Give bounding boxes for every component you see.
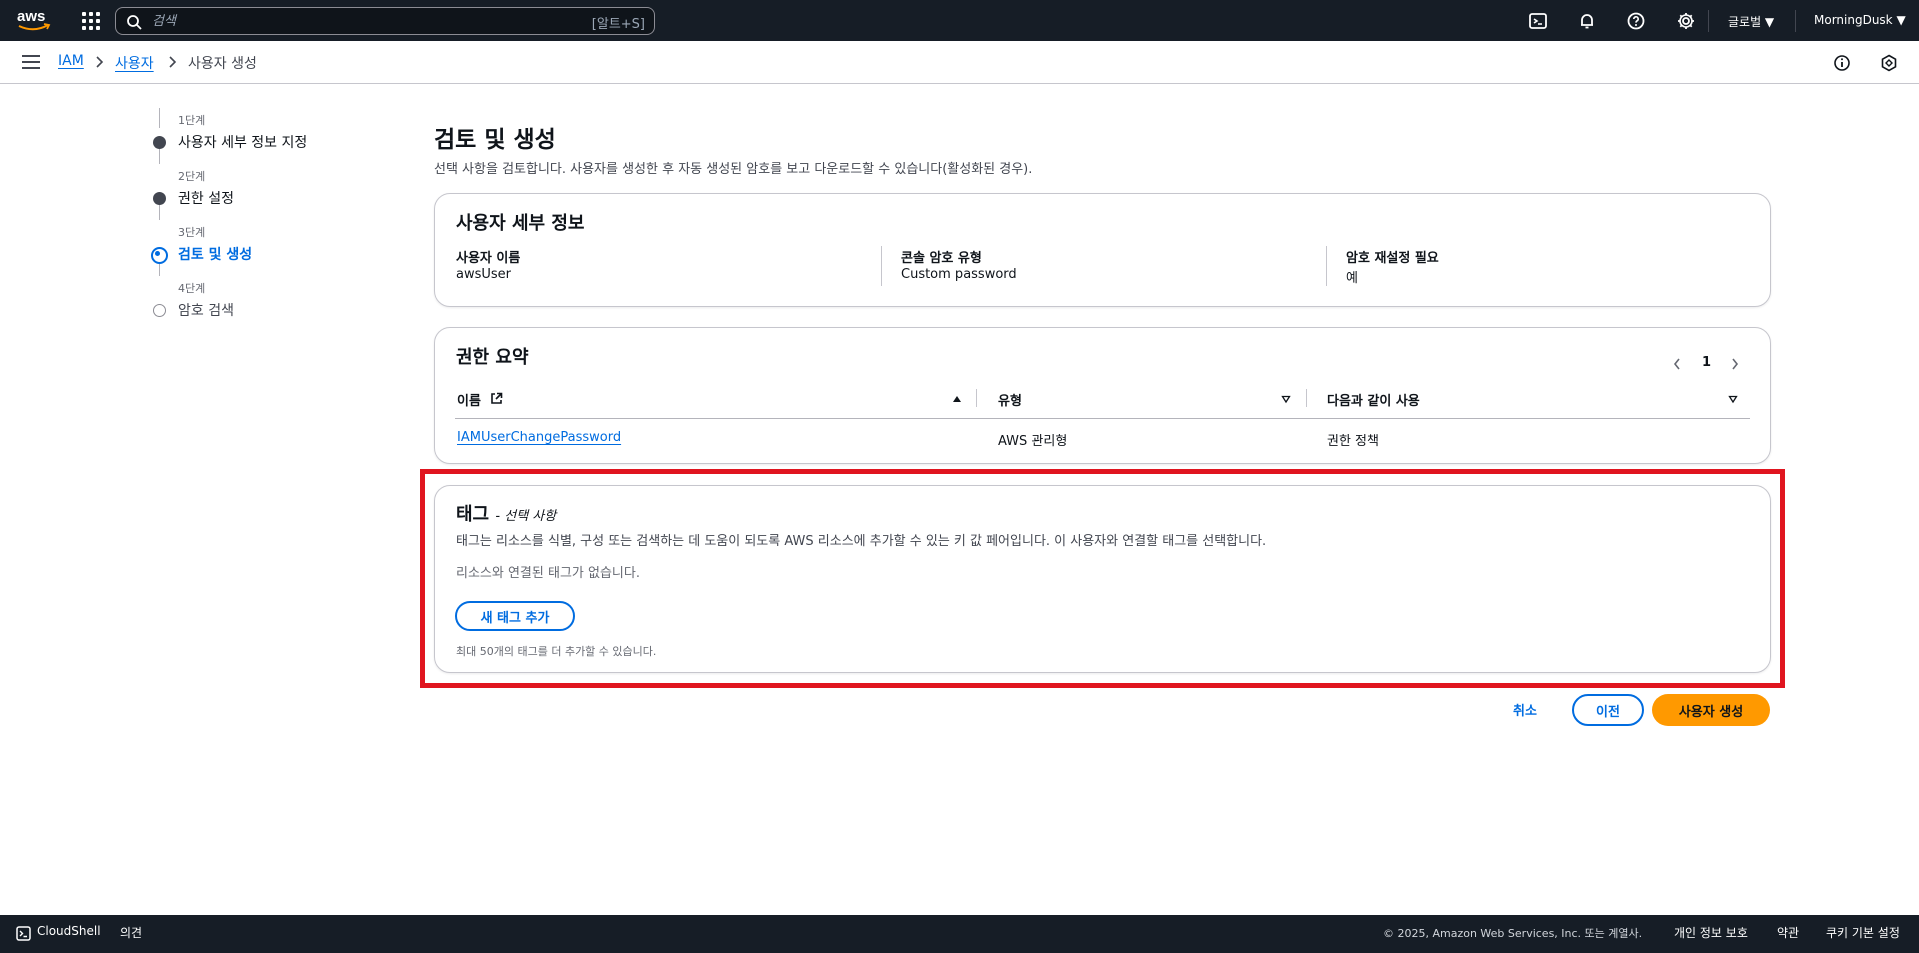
footer: CloudShell 의견 © 2025, Amazon Web Service… [0, 915, 1919, 953]
breadcrumb-create-user: 사용자 생성 [188, 56, 257, 72]
copyright-text: © 2025, Amazon Web Services, Inc. 또는 계열사… [1383, 927, 1643, 940]
step-title: 검토 및 생성 [178, 247, 253, 263]
policy-type: AWS 관리형 [998, 434, 1068, 449]
cloudshell-link[interactable]: CloudShell [37, 924, 101, 938]
column-divider [1326, 246, 1327, 286]
region-selector[interactable]: 글로벌 ▼ [1728, 13, 1774, 30]
permissions-summary-title: 권한 요약 [456, 347, 529, 368]
feedback-link[interactable]: 의견 [120, 924, 142, 941]
chevron-right-icon [96, 56, 104, 68]
column-header-name[interactable]: 이름 [457, 390, 481, 409]
nav-divider [1708, 10, 1709, 32]
tags-description: 태그는 리소스를 식별, 구성 또는 검색하는 데 도움이 되도록 AWS 리소… [456, 534, 1267, 549]
tags-title: 태그 - 선택 사항 [456, 500, 556, 526]
search-input[interactable] [152, 11, 532, 31]
breadcrumb-users[interactable]: 사용자 [115, 53, 154, 73]
step-complete-icon [153, 136, 166, 149]
current-page-number[interactable]: 1 [1702, 355, 1711, 370]
step-number: 1단계 [178, 114, 206, 127]
cancel-button[interactable]: 취소 [1513, 700, 1537, 719]
notifications-bell-icon[interactable] [1577, 11, 1597, 31]
table-header-divider [455, 418, 1750, 419]
add-new-tag-button[interactable]: 새 태그 추가 [455, 601, 575, 631]
chevron-right-icon [169, 56, 177, 68]
create-user-button[interactable]: 사용자 생성 [1652, 694, 1770, 726]
terms-link[interactable]: 약관 [1777, 924, 1799, 941]
previous-button[interactable]: 이전 [1572, 694, 1644, 726]
help-icon[interactable] [1626, 11, 1646, 31]
external-link-icon [491, 392, 503, 404]
column-header-used-as[interactable]: 다음과 같이 사용 [1327, 390, 1420, 409]
step-current-icon [151, 247, 168, 264]
sort-icon[interactable] [1281, 394, 1291, 404]
tags-card: 태그 - 선택 사항 태그는 리소스를 식별, 구성 또는 검색하는 데 도움이… [434, 485, 1771, 673]
nav-divider [1795, 10, 1796, 32]
console-password-type-label: 콘솔 암호 유형 [901, 251, 982, 266]
column-header-type[interactable]: 유형 [998, 390, 1022, 409]
cloudshell-icon[interactable] [16, 926, 31, 941]
step-number: 4단계 [178, 282, 206, 295]
feedback-icon[interactable] [1880, 54, 1898, 72]
info-icon[interactable] [1833, 54, 1851, 72]
menu-hamburger-icon[interactable] [22, 55, 40, 69]
cookie-preferences-link[interactable]: 쿠키 기본 설정 [1826, 924, 1900, 941]
search-box[interactable]: [알트+S] [115, 7, 655, 35]
username-value: awsUser [456, 267, 512, 282]
step-title[interactable]: 권한 설정 [178, 188, 234, 208]
step-number: 2단계 [178, 170, 206, 183]
user-details-title: 사용자 세부 정보 [456, 213, 585, 234]
step-title[interactable]: 사용자 세부 정보 지정 [178, 132, 307, 152]
tags-limit-hint: 최대 50개의 태그를 더 추가할 수 있습니다. [456, 645, 657, 658]
column-separator [1306, 389, 1307, 407]
svg-text:aws: aws [17, 8, 45, 25]
page-title: 검토 및 생성 [434, 127, 556, 153]
page-description: 선택 사항을 검토합니다. 사용자를 생성한 후 자동 생성된 암호를 보고 다… [434, 162, 1033, 177]
pagination: 1 [1668, 353, 1748, 375]
privacy-link[interactable]: 개인 정보 보호 [1674, 924, 1748, 941]
services-menu-icon[interactable] [80, 10, 100, 30]
sort-icon[interactable] [1728, 394, 1738, 404]
policy-used-as: 권한 정책 [1327, 434, 1379, 449]
search-icon [127, 15, 142, 30]
column-separator [976, 389, 977, 407]
sort-ascending-icon[interactable] [952, 394, 962, 404]
next-page-icon[interactable] [1730, 357, 1740, 371]
tags-optional-label: - 선택 사항 [495, 509, 557, 524]
breadcrumb-iam[interactable]: IAM [58, 53, 84, 69]
password-reset-label: 암호 재설정 필요 [1346, 251, 1439, 266]
tags-title-text: 태그 [456, 504, 490, 525]
step-title: 암호 검색 [178, 303, 234, 319]
step-complete-icon [153, 192, 166, 205]
top-navigation: aws [알트+S] 글로벌 ▼ MorningDusk ▼ [0, 0, 1919, 41]
search-shortcut: [알트+S] [591, 17, 645, 32]
user-details-card: 사용자 세부 정보 사용자 이름 awsUser 콘솔 암호 유형 Custom… [434, 193, 1771, 307]
breadcrumb-bar: IAM 사용자 사용자 생성 [0, 41, 1919, 84]
settings-gear-icon[interactable] [1676, 11, 1696, 31]
previous-page-icon[interactable] [1672, 357, 1682, 371]
step-pending-icon [153, 304, 166, 317]
permissions-summary-card: 권한 요약 1 이름 유형 다음과 같이 사용 IAMUserChangePas… [434, 327, 1771, 464]
username-label: 사용자 이름 [456, 251, 521, 266]
step-number: 3단계 [178, 226, 206, 239]
cloudshell-icon[interactable] [1528, 11, 1548, 31]
console-password-type-value: Custom password [901, 267, 1017, 282]
password-reset-value: 예 [1346, 271, 1358, 286]
step-connector [159, 108, 160, 128]
policy-name-link[interactable]: IAMUserChangePassword [457, 430, 621, 445]
aws-logo[interactable]: aws [16, 6, 52, 34]
account-menu[interactable]: MorningDusk ▼ [1814, 13, 1906, 27]
column-divider [881, 246, 882, 286]
tags-empty-message: 리소스와 연결된 태그가 없습니다. [456, 566, 640, 581]
